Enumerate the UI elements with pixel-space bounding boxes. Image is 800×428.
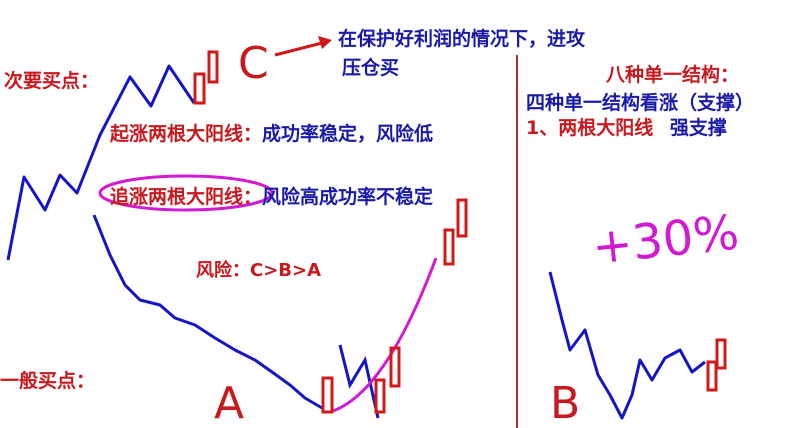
candle — [193, 72, 206, 105]
secondary-buy-label: 次要买点： — [4, 70, 100, 92]
right-title: 八种单一结构： — [606, 64, 740, 86]
arrow-line — [274, 41, 323, 57]
start-rise-row: 起涨两根大阳线：成功率稳定，风险低 — [110, 119, 433, 146]
candle — [374, 378, 386, 414]
letter-b: B — [550, 378, 581, 428]
start-rise-desc: 成功率稳定，风险低 — [262, 123, 434, 145]
candle — [389, 346, 401, 388]
chase-rise-desc: 风险高成功率不稳定 — [262, 186, 434, 208]
risk-text: 风险：C>B>A — [196, 260, 322, 281]
letter-c: C — [238, 38, 269, 89]
price-line-lower — [92, 214, 323, 410]
right-subtitle: 四种单一结构看涨（支撑） — [526, 92, 755, 114]
general-buy-label: 一般买点： — [0, 370, 96, 392]
candle — [706, 360, 718, 392]
candle — [443, 228, 455, 266]
candle — [715, 338, 727, 370]
start-rise-label: 起涨两根大阳线： — [110, 123, 263, 145]
chase-rise-row: 追涨两根大阳线：风险高成功率不稳定 — [110, 182, 433, 209]
letter-a: A — [214, 378, 245, 428]
item1-desc: 强支撑 — [669, 117, 727, 139]
item1-label: 1、两根大阳线 — [526, 117, 654, 139]
candle — [207, 50, 219, 84]
right-item-1: 1、两根大阳线 强支撑 — [526, 113, 727, 140]
note-line-2: 压仓买 — [342, 57, 400, 79]
candle — [456, 198, 468, 238]
candle — [321, 376, 334, 414]
arrow-head-icon — [318, 36, 332, 49]
chase-rise-label: 追涨两根大阳线： — [110, 186, 263, 208]
slide: 在保护好利润的情况下，进攻 压仓买 C 次要买点： 起涨两根大阳线：成功率稳定，… — [0, 0, 800, 428]
note-line-1: 在保护好利润的情况下，进攻 — [338, 28, 586, 50]
